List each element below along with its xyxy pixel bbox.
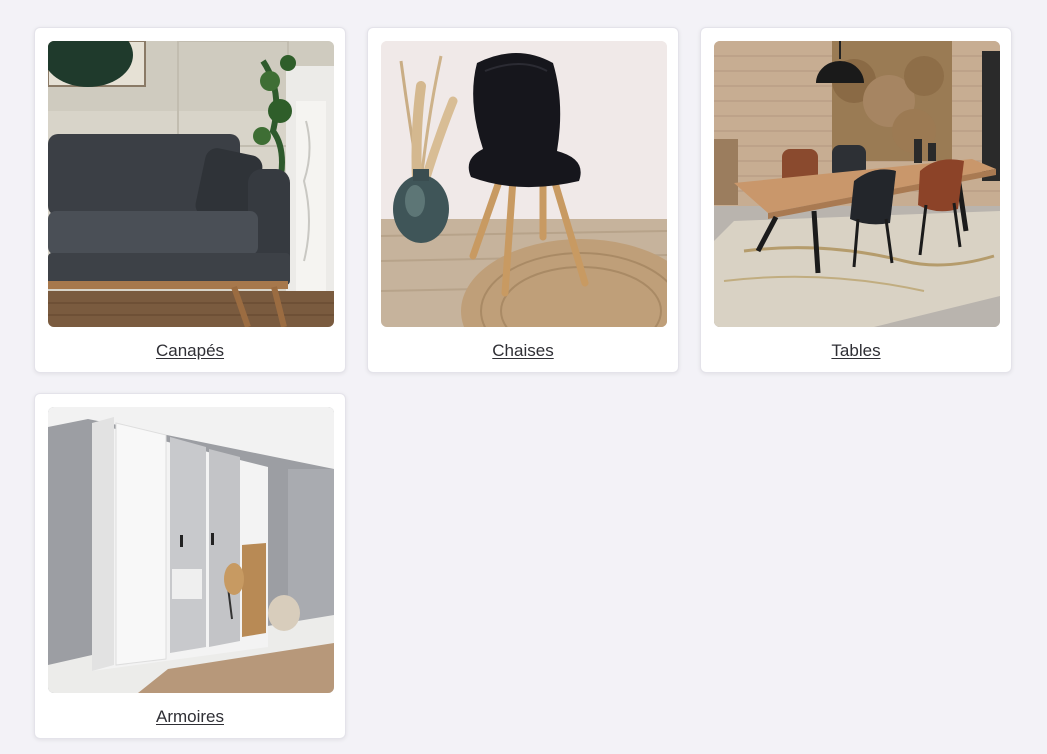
wardrobe-image[interactable] <box>48 407 334 693</box>
category-card-chaises[interactable]: Chaises <box>367 27 679 373</box>
category-label[interactable]: Armoires <box>35 707 345 727</box>
chair-image[interactable] <box>381 41 667 327</box>
category-card-tables[interactable]: Tables <box>700 27 1012 373</box>
category-label[interactable]: Tables <box>701 341 1011 361</box>
category-card-canapes[interactable]: Canapés <box>34 27 346 373</box>
category-label[interactable]: Chaises <box>368 341 678 361</box>
category-label[interactable]: Canapés <box>35 341 345 361</box>
dining-table-image[interactable] <box>714 41 1000 327</box>
category-card-armoires[interactable]: Armoires <box>34 393 346 739</box>
category-grid: Canapés Chaises Tables Armoires <box>0 0 1047 754</box>
sofa-image[interactable] <box>48 41 334 327</box>
